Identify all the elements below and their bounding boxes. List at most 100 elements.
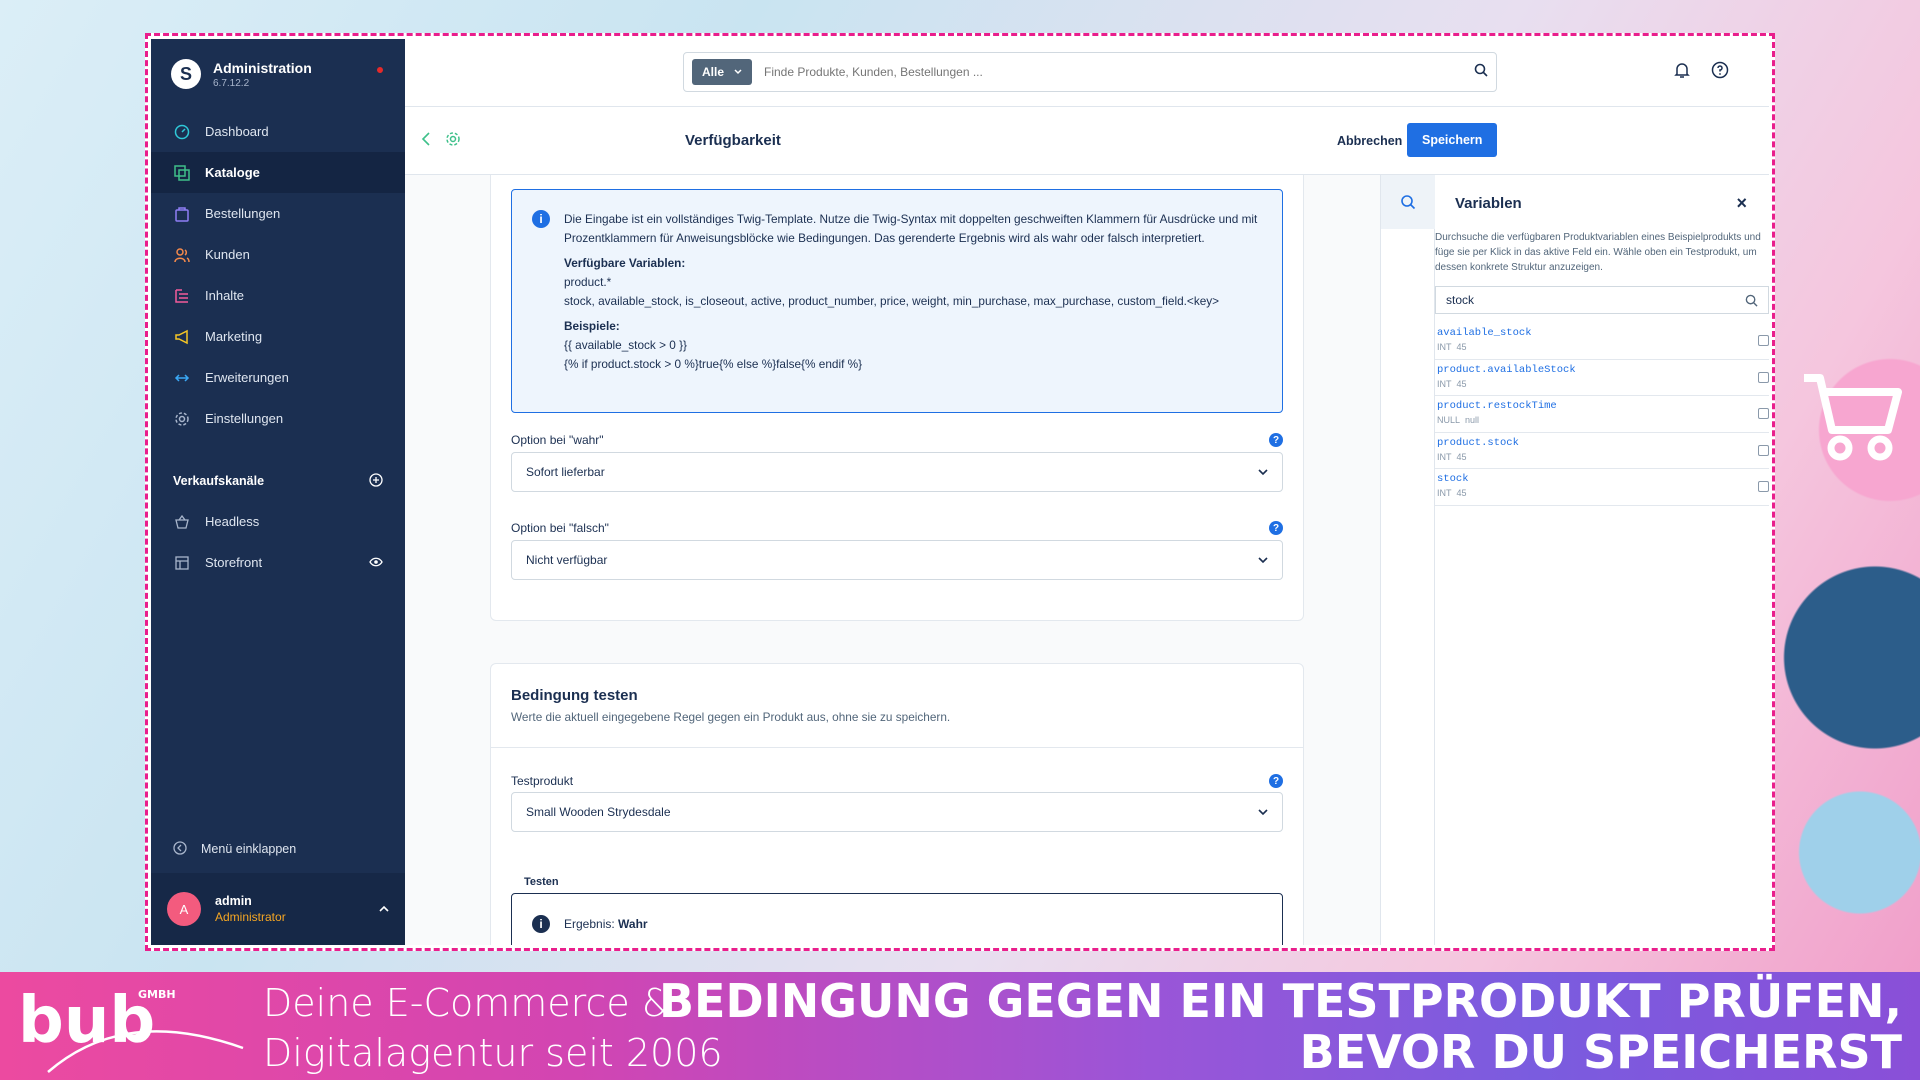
eye-icon[interactable] [369,555,383,570]
info-icon: i [532,915,550,933]
test-product-label: Testprodukt [511,774,574,788]
close-icon[interactable]: × [1736,193,1747,214]
examples-title: Beispiele: [564,319,620,333]
sales-channels-title: Verkaufskanäle [173,474,265,488]
variables-search-value: stock [1446,293,1475,307]
customers-icon [173,246,191,264]
search-icon[interactable] [1474,63,1488,82]
vars-title: Verfügbare Variablen: [564,256,686,270]
help-icon[interactable]: ? [1269,521,1283,535]
nav-item-inhalte[interactable]: Inhalte [151,275,405,316]
option-false-label: Option bei "falsch" [511,521,609,535]
help-icon[interactable] [1711,61,1729,84]
vars-line2: stock, available_stock, is_closeout, act… [564,294,1220,308]
page-header-actions [421,131,461,152]
search-filter-dropdown[interactable]: Alle [692,59,753,85]
bell-icon[interactable] [1673,61,1691,84]
headline-line-1: BEDINGUNG GEGEN EIN TESTPRODUKT PRÜFEN, [658,974,1902,1028]
variable-name: stock [1437,473,1469,485]
vars-line1: product.* [564,275,612,289]
option-true-select[interactable]: Sofort lieferbar [511,452,1283,492]
variables-toggle-button[interactable] [1381,175,1435,229]
nav-label: Dashboard [205,124,269,139]
variables-description: Durchsuche die verfügbaren Produktvariab… [1435,232,1761,273]
app-version: 6.7.12.2 [213,77,250,89]
variable-type: INT 45 [1437,342,1467,352]
chevron-up-icon[interactable] [379,900,389,918]
test-condition-card: Bedingung testen Werte die aktuell einge… [490,663,1304,945]
help-icon[interactable]: ? [1269,433,1283,447]
user-menu[interactable]: A admin Administrator [151,873,405,945]
slogan-line-1: Deine E-Commerce & [263,981,672,1025]
variables-search-input[interactable]: stock [1435,286,1769,314]
form-scroll-area[interactable]: i Die Eingabe ist ein vollständiges Twig… [405,175,1380,945]
settings-gear-icon[interactable] [445,131,461,152]
screenshot-frame: S Administration 6.7.12.2 Dashboard Kata… [145,33,1775,951]
test-product-select[interactable]: Small Wooden Strydesdale [511,792,1283,832]
save-button[interactable]: Speichern [1407,123,1498,157]
result-text: Ergebnis: Wahr [564,917,648,931]
example-1: {{ available_stock > 0 }} [564,338,687,352]
content-area: i Die Eingabe ist ein vollständiges Twig… [405,175,1769,945]
list-item[interactable]: stock INT 45 [1435,469,1769,506]
side-panel-rail [1380,175,1435,945]
list-item[interactable]: product.availableStock INT 45 [1435,360,1769,396]
result-value: Wahr [618,917,648,931]
nav-item-kataloge[interactable]: Kataloge [151,152,405,193]
bub-logo: bub GMBH [18,984,244,1073]
add-channel-icon[interactable] [369,472,383,490]
headline: BEDINGUNG GEGEN EIN TESTPRODUKT PRÜFEN, … [659,976,1902,1078]
catalog-icon [173,164,191,182]
megaphone-icon [173,328,191,346]
nav-item-bestellungen[interactable]: Bestellungen [151,193,405,234]
nav-label: Kunden [205,247,250,262]
nav-item-marketing[interactable]: Marketing [151,316,405,357]
nav-item-erweiterungen[interactable]: Erweiterungen [151,357,405,398]
test-description: Werte die aktuell eingegebene Regel gege… [511,710,951,724]
nav-item-kunden[interactable]: Kunden [151,234,405,275]
page-title: Verfügbarkeit [685,132,781,149]
list-item[interactable]: product.restockTime NULL null [1435,396,1769,433]
chevron-down-icon [734,69,742,75]
topbar: Alle [405,39,1769,107]
chevron-down-icon [1258,556,1268,563]
shopware-logo-icon[interactable]: S [171,59,201,89]
variable-type: INT 45 [1437,451,1467,462]
copy-icon[interactable] [1758,371,1769,383]
app-title: Administration [213,59,312,76]
nav-item-einstellungen[interactable]: Einstellungen [151,398,405,439]
sidebar: S Administration 6.7.12.2 Dashboard Kata… [151,39,405,945]
admin-app: S Administration 6.7.12.2 Dashboard Kata… [151,39,1769,945]
top-icons [1673,61,1729,84]
promo-banner: bub GMBH Deine E-Commerce & Digitalagent… [0,972,1920,1080]
extensions-icon [173,369,191,387]
variable-name: product.availableStock [1437,363,1576,376]
rule-card: i Die Eingabe ist ein vollständiges Twig… [490,175,1304,621]
channel-item-headless[interactable]: Headless [151,501,405,542]
info-text: Die Eingabe ist ein vollständiges Twig-T… [564,212,1258,245]
collapse-menu-button[interactable]: Menü einklappen [151,829,405,869]
search-input[interactable] [764,65,1462,79]
copy-icon[interactable] [1758,335,1769,346]
nav-label: Kataloge [205,165,260,180]
nav-label: Einstellungen [205,411,284,426]
gear-icon [173,410,191,428]
option-false-select[interactable]: Nicht verfügbar [511,540,1283,580]
list-item[interactable]: product.stock INT 45 [1435,433,1769,469]
cancel-button[interactable]: Abbrechen [1325,125,1414,157]
help-icon[interactable]: ? [1269,774,1283,788]
copy-icon[interactable] [1758,444,1769,456]
search-icon [1401,195,1416,210]
option-true-label: Option bei "wahr" [511,433,604,447]
test-title: Bedingung testen [511,687,638,704]
slogan-line-2: Digitalagentur seit 2006 [263,1031,723,1075]
test-section-label: Testen [524,876,559,888]
channel-item-storefront[interactable]: Storefront [151,542,405,583]
nav-item-dashboard[interactable]: Dashboard [151,111,405,152]
copy-icon[interactable] [1758,481,1769,492]
back-arrow-icon[interactable] [421,131,431,152]
search-icon [1745,294,1758,307]
logo-subtext: GMBH [138,988,176,1001]
copy-icon[interactable] [1758,408,1769,419]
list-item[interactable]: available_stock INT 45 [1435,323,1769,360]
